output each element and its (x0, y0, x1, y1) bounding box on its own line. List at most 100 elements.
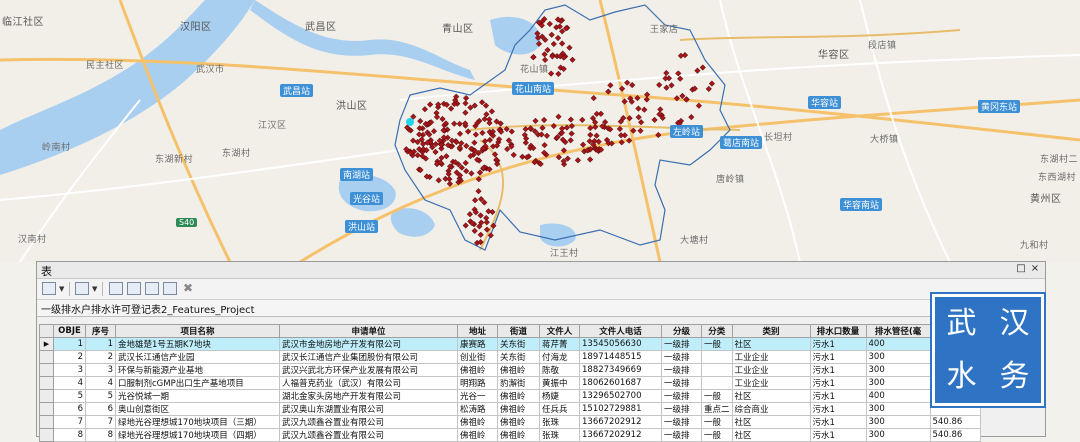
table-cell-level[interactable]: 一级排 (661, 350, 702, 364)
drainage-point[interactable] (482, 102, 490, 109)
table-cell-addr[interactable]: 康赛路 (457, 337, 498, 351)
drainage-point[interactable] (510, 151, 517, 159)
related-tables-icon[interactable] (75, 282, 89, 295)
table-cell-name[interactable]: 奥山创意街区 (115, 402, 280, 416)
table-cell-objid[interactable]: 3 (53, 363, 86, 377)
table-row[interactable]: 8 8 绿地光谷理想城170地块项目（四期） 武汉九颂鑫谷置业有限公司 佛祖岭 佛祖岭 张珠… (39, 428, 981, 442)
table-cell-level[interactable]: 一级排 (661, 389, 702, 403)
row-selector[interactable] (39, 402, 54, 416)
table-cell-unit[interactable]: 湖北金家头房地产开发有限公司 (279, 389, 458, 403)
drainage-point[interactable] (574, 157, 582, 164)
table-cell-name[interactable]: 武汉长江通信产业园 (115, 350, 280, 364)
table-cell-pipe[interactable]: 300 (865, 415, 931, 429)
table-cell-person[interactable]: 杨婕 (539, 389, 580, 403)
drainage-point[interactable] (414, 152, 421, 159)
window-titlebar[interactable]: 表 □ × (37, 262, 1045, 279)
table-cell-type[interactable]: 社区 (731, 389, 811, 403)
column-header[interactable]: 分级 (661, 324, 702, 338)
select-by-attributes-icon[interactable] (109, 282, 123, 295)
table-cell-seq[interactable]: 6 (85, 402, 116, 416)
table-cell-name[interactable]: 绿地光谷理想城170地块项目（三期） (115, 415, 280, 429)
table-cell-outlet[interactable]: 污水1 (809, 363, 867, 377)
table-cell-objid[interactable]: 1 (53, 337, 86, 351)
table-cell-pipe[interactable]: 300 (865, 428, 931, 442)
table-cell-phone[interactable]: 15102729881 (579, 402, 662, 416)
drainage-point[interactable] (547, 70, 555, 77)
drainage-point[interactable] (416, 131, 423, 138)
table-cell-extra[interactable]: 540.86 (929, 415, 981, 429)
drainage-point[interactable] (456, 130, 464, 137)
table-cell-kind[interactable] (701, 350, 733, 364)
table-cell-outlet[interactable]: 污水1 (809, 428, 867, 442)
table-cell-phone[interactable]: 13667202912 (579, 415, 662, 429)
table-cell-outlet[interactable]: 污水1 (809, 350, 867, 364)
drainage-point[interactable] (439, 115, 446, 123)
drainage-point[interactable] (569, 56, 576, 63)
table-cell-name[interactable]: 环保与新能源产业基地 (115, 363, 280, 377)
column-header[interactable]: 文件人电话 (579, 324, 662, 338)
table-cell-person[interactable]: 黄振中 (539, 376, 580, 390)
attribute-table-window[interactable]: 表 □ × ▼ ▼ ✖ 一级排水户排水许可登记表2_Features_Proje… (36, 261, 1046, 442)
drainage-point[interactable] (466, 211, 474, 218)
table-cell-objid[interactable]: 5 (53, 389, 86, 403)
table-cell-street[interactable]: 佛祖岭 (497, 363, 540, 377)
chevron-down-icon[interactable]: ▼ (59, 285, 64, 293)
drainage-point[interactable] (462, 94, 470, 102)
table-row[interactable]: 5 5 光谷悦城一期 湖北金家头房地产开发有限公司 光谷一 佛祖岭 杨婕 1329650270… (39, 389, 981, 403)
table-cell-level[interactable]: 一级排 (661, 337, 702, 351)
row-selector[interactable] (39, 428, 54, 442)
column-header[interactable]: 分类 (701, 324, 733, 338)
drainage-point[interactable] (688, 113, 695, 121)
table-cell-addr[interactable]: 创业街 (457, 350, 498, 364)
table-cell-seq[interactable]: 7 (85, 415, 116, 429)
drainage-point[interactable] (417, 117, 424, 125)
table-cell-outlet[interactable]: 污水1 (809, 376, 867, 390)
drainage-point[interactable] (590, 94, 597, 102)
zoom-to-selected-icon[interactable] (163, 282, 177, 295)
drainage-point[interactable] (463, 167, 470, 175)
drainage-point[interactable] (477, 231, 484, 238)
table-cell-addr[interactable]: 佛祖岭 (457, 363, 498, 377)
drainage-point[interactable] (475, 188, 482, 195)
drainage-point[interactable] (489, 208, 496, 216)
table-cell-level[interactable]: 一级排 (661, 428, 702, 442)
table-cell-unit[interactable]: 武汉奥山东湖置业有限公司 (279, 402, 458, 416)
table-cell-name[interactable]: 光谷悦城一期 (115, 389, 280, 403)
table-cell-type[interactable]: 社区 (731, 428, 811, 442)
table-row[interactable]: 4 4 口服制剂cGMP出口生产基地项目 人福普克药业（武汉）有限公司 明翔路 豹澥街 黄振… (39, 376, 981, 390)
drainage-point[interactable] (679, 92, 686, 100)
drainage-point[interactable] (421, 106, 429, 113)
table-cell-street[interactable]: 豹澥街 (497, 376, 540, 390)
drainage-point[interactable] (522, 125, 529, 133)
table-cell-level[interactable]: 一级排 (661, 376, 702, 390)
column-header[interactable]: 序号 (85, 324, 116, 338)
drainage-point[interactable] (629, 81, 636, 89)
table-cell-phone[interactable]: 18971448515 (579, 350, 662, 364)
drainage-point[interactable] (586, 156, 594, 163)
drainage-point[interactable] (433, 113, 441, 121)
drainage-point[interactable] (540, 116, 548, 124)
drainage-point[interactable] (663, 84, 670, 91)
chevron-down-icon[interactable]: ▼ (92, 285, 97, 293)
drainage-point[interactable] (550, 40, 557, 48)
table-cell-seq[interactable]: 4 (85, 376, 116, 390)
drainage-point[interactable] (635, 114, 642, 121)
table-cell-name[interactable]: 绿地光谷理想城170地块项目（四期） (115, 428, 280, 442)
table-cell-objid[interactable]: 6 (53, 402, 86, 416)
table-cell-kind[interactable] (701, 363, 733, 377)
table-cell-type[interactable]: 综合商业 (731, 402, 811, 416)
drainage-point[interactable] (554, 34, 562, 42)
table-cell-person[interactable]: 任兵兵 (539, 402, 580, 416)
table-cell-type[interactable]: 工业企业 (731, 376, 811, 390)
table-cell-type[interactable]: 工业企业 (731, 350, 811, 364)
drainage-point[interactable] (651, 116, 658, 124)
table-cell-level[interactable]: 一级排 (661, 402, 702, 416)
drainage-point[interactable] (558, 40, 566, 47)
basemap[interactable]: 临江社区 汉阳区 武昌区 青山区 洪山区 武汉市 王家店 江汉区 东湖新村 东湖… (0, 0, 1080, 262)
drainage-point[interactable] (478, 99, 486, 106)
table-cell-seq[interactable]: 3 (85, 363, 116, 377)
table-cell-seq[interactable]: 2 (85, 350, 116, 364)
drainage-point[interactable] (694, 67, 701, 74)
row-selector[interactable] (39, 350, 54, 364)
drainage-point[interactable] (695, 102, 703, 109)
